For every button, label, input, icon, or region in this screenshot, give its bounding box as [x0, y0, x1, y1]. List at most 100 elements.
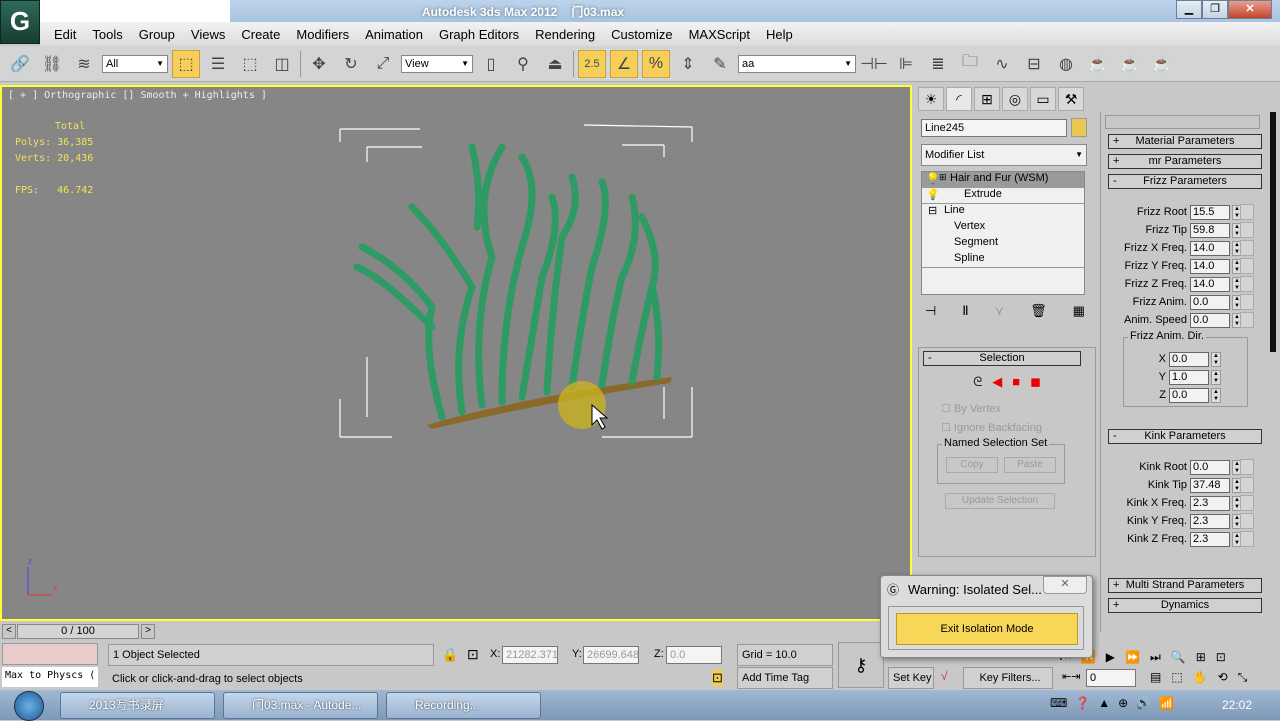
display-tab-icon[interactable]: ▭: [1030, 87, 1056, 111]
selection-filter-dropdown[interactable]: All: [102, 54, 168, 73]
set-key-button[interactable]: Set Key: [888, 667, 934, 689]
param-value-field[interactable]: 15.5: [1190, 204, 1230, 220]
menu-views[interactable]: Views: [191, 27, 225, 42]
time-configuration-icon[interactable]: ▤: [1150, 670, 1161, 685]
param-value-field[interactable]: 2.3: [1190, 495, 1230, 511]
expand-icon[interactable]: ⊞: [939, 172, 947, 183]
absolute-mode-icon[interactable]: ⊡: [467, 646, 479, 663]
pan-hand-icon[interactable]: ✋: [1193, 670, 1208, 685]
remove-modifier-icon[interactable]: 🗑: [1030, 303, 1047, 319]
param-value-field[interactable]: 0.0: [1190, 294, 1230, 310]
param-value-field[interactable]: 14.0: [1190, 258, 1230, 274]
x-coordinate-field[interactable]: 21282.371: [502, 646, 558, 664]
param-value-field[interactable]: 0.0: [1190, 459, 1230, 475]
map-button[interactable]: [1240, 513, 1254, 529]
menu-graph-editors[interactable]: Graph Editors: [439, 27, 519, 42]
object-name-field[interactable]: Line245: [921, 119, 1067, 137]
named-selection-dropdown[interactable]: aa: [738, 54, 856, 73]
configure-modifier-sets-icon[interactable]: ▦: [1073, 303, 1085, 319]
menu-maxscript[interactable]: MAXScript: [689, 27, 750, 42]
stack-item-spline[interactable]: Spline: [922, 252, 1084, 268]
stack-item-line[interactable]: ⊟ Line: [922, 204, 1084, 220]
exit-isolation-mode-button[interactable]: Exit Isolation Mode: [896, 613, 1078, 645]
map-button[interactable]: [1240, 531, 1254, 547]
copy-button[interactable]: Copy: [946, 457, 998, 473]
show-hidden-icons-icon[interactable]: ▲: [1098, 696, 1110, 710]
paste-button[interactable]: Paste: [1004, 457, 1056, 473]
maxscript-mini-listener[interactable]: Max to Physcs (: [2, 667, 98, 687]
play-icon[interactable]: ▶: [1106, 650, 1115, 665]
map-button[interactable]: [1240, 222, 1254, 238]
link-icon[interactable]: 🔗: [6, 50, 34, 78]
stack-item-segment[interactable]: Segment: [922, 236, 1084, 252]
network-plus-icon[interactable]: ⊕: [1118, 696, 1128, 710]
utilities-tab-icon[interactable]: ⚒: [1058, 87, 1084, 111]
param-value-field[interactable]: 37.48: [1190, 477, 1230, 493]
menu-group[interactable]: Group: [139, 27, 175, 42]
menu-animation[interactable]: Animation: [365, 27, 423, 42]
pivot-center-icon[interactable]: ▯: [477, 50, 505, 78]
map-button[interactable]: [1240, 240, 1254, 256]
map-button[interactable]: [1240, 477, 1254, 493]
manipulate-icon[interactable]: ⚲: [509, 50, 537, 78]
by-vertex-checkbox[interactable]: ☐ By Vertex: [941, 402, 1095, 415]
next-frame-button[interactable]: >: [141, 624, 155, 639]
minimize-button[interactable]: ▁: [1176, 0, 1202, 19]
multi-strand-rollout[interactable]: + Multi Strand Parameters: [1108, 578, 1262, 593]
mirror-icon[interactable]: ⊣⊢: [860, 50, 888, 78]
menu-modifiers[interactable]: Modifiers: [296, 27, 349, 42]
frizz-parameters-rollout[interactable]: - Frizz Parameters: [1108, 174, 1262, 189]
pin-stack-icon[interactable]: ⊣: [925, 303, 936, 319]
select-by-name-icon[interactable]: ☰: [204, 50, 232, 78]
map-button[interactable]: [1240, 258, 1254, 274]
restore-button[interactable]: ❐: [1202, 0, 1228, 19]
menu-tools[interactable]: Tools: [92, 27, 122, 42]
layer-manager-icon[interactable]: ≣: [924, 50, 952, 78]
prev-frame-button[interactable]: <: [2, 624, 16, 639]
motion-tab-icon[interactable]: ◎: [1002, 87, 1028, 111]
key-filters-button[interactable]: Key Filters...: [963, 667, 1053, 689]
snap-toggle-icon[interactable]: 2.5: [578, 49, 606, 78]
menu-edit[interactable]: Edit: [54, 27, 76, 42]
selection-rollout-header[interactable]: - Selection: [923, 351, 1081, 366]
spinner-icon[interactable]: ▲ ▼: [1211, 369, 1221, 385]
time-slider-thumb[interactable]: 0 / 100: [17, 624, 139, 639]
param-value-field[interactable]: 0.0: [1169, 387, 1209, 403]
quick-access-toolbar[interactable]: [40, 0, 230, 22]
lightbulb-icon[interactable]: 💡: [926, 188, 940, 201]
spinner-icon[interactable]: ▲ ▼: [1211, 387, 1221, 403]
unlink-icon[interactable]: ⛓: [38, 50, 66, 78]
help-icon[interactable]: ❓: [1075, 696, 1090, 710]
percent-snap-icon[interactable]: %: [642, 49, 670, 78]
align-icon[interactable]: ⊫: [892, 50, 920, 78]
clock[interactable]: 22:02: [1222, 698, 1252, 712]
start-button[interactable]: [14, 691, 44, 721]
material-editor-icon[interactable]: ◍: [1052, 50, 1080, 78]
scale-icon[interactable]: ⤢: [369, 50, 397, 78]
menu-rendering[interactable]: Rendering: [535, 27, 595, 42]
next-key-icon[interactable]: ⏩: [1125, 650, 1140, 665]
rectangular-selection-icon[interactable]: ⬚: [236, 50, 264, 78]
face-icon[interactable]: ◀: [992, 374, 1002, 390]
rendered-frame-window-icon[interactable]: ☕: [1116, 50, 1144, 78]
guides-icon[interactable]: ᘓ: [973, 374, 982, 390]
param-value-field[interactable]: 2.3: [1190, 513, 1230, 529]
current-frame-field[interactable]: 0: [1086, 669, 1136, 687]
param-value-field[interactable]: 2.3: [1190, 531, 1230, 547]
default-in-out-tangent-icon[interactable]: √: [941, 669, 948, 683]
mr-parameters-rollout[interactable]: + mr Parameters: [1108, 154, 1262, 169]
param-value-field[interactable]: 14.0: [1190, 276, 1230, 292]
param-value-field[interactable]: 0.0: [1169, 351, 1209, 367]
map-button[interactable]: [1240, 312, 1254, 328]
lightbulb-icon[interactable]: 💡: [926, 172, 940, 185]
dialog-close-button[interactable]: ✕: [1043, 576, 1087, 594]
stack-item-hair-and-fur[interactable]: 💡 ⊞ Hair and Fur (WSM): [922, 172, 1084, 188]
lock-selection-icon[interactable]: 🔒: [442, 647, 458, 663]
set-key-mode-key-icon[interactable]: ⚷: [838, 642, 884, 688]
keyboard-icon[interactable]: ⌨: [1050, 696, 1067, 710]
render-setup-icon[interactable]: ☕: [1084, 50, 1112, 78]
panel-scrollbar[interactable]: [1270, 112, 1276, 352]
map-button[interactable]: [1240, 459, 1254, 475]
schematic-view-icon[interactable]: ⊟: [1020, 50, 1048, 78]
close-button[interactable]: ✕: [1228, 0, 1272, 19]
